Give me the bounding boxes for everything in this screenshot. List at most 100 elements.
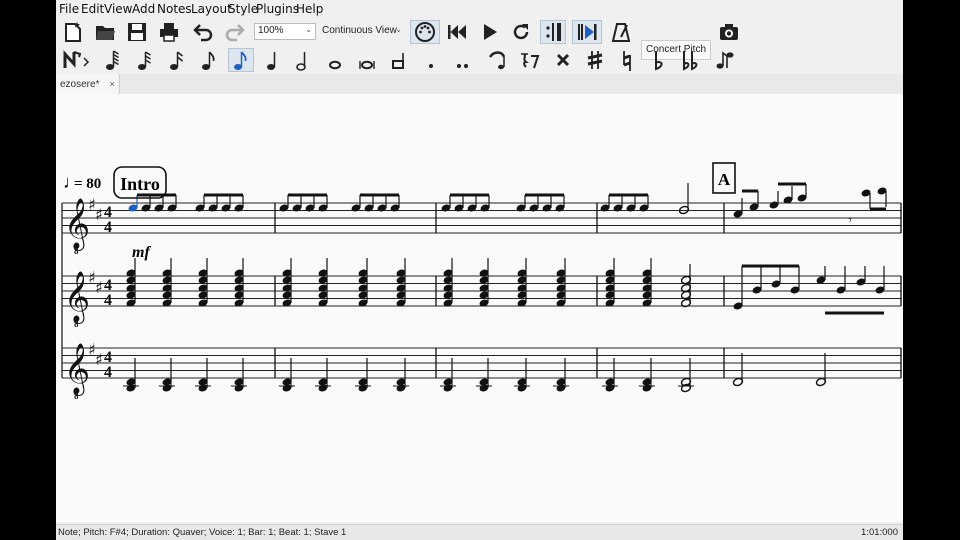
menu-bar: File Edit View Add Notes Layout Style Pl… — [56, 0, 903, 18]
octave-mark: 8 — [74, 391, 79, 401]
undo-button[interactable] — [190, 20, 216, 44]
double-sharp-button[interactable] — [550, 48, 576, 72]
double-sharp-icon — [556, 53, 570, 67]
duration-whole-button[interactable] — [322, 48, 348, 72]
rest-icon — [521, 53, 540, 69]
duration-8th-selected-button[interactable] — [228, 48, 254, 72]
note-32nd-icon — [138, 51, 151, 70]
zoom-combo[interactable]: 100% ⌄ — [254, 23, 316, 40]
pan-score-button[interactable] — [572, 20, 602, 44]
redo-button[interactable] — [222, 20, 248, 44]
midi-input-button[interactable] — [410, 20, 440, 44]
print-button[interactable] — [156, 20, 182, 44]
repeat-icon — [546, 23, 561, 41]
note-layer[interactable]: 𝄾 — [123, 182, 887, 393]
main-toolbar: 100% ⌄ Continuous View ⌄ Concert Pitch — [56, 18, 903, 60]
double-dot-button[interactable] — [450, 48, 476, 72]
menu-notes[interactable]: Notes — [157, 2, 192, 16]
play-button[interactable] — [476, 20, 502, 44]
double-flat-icon — [683, 51, 698, 71]
duration-64th-button[interactable] — [100, 48, 126, 72]
duration-half-button[interactable] — [290, 48, 316, 72]
midi-icon — [415, 22, 435, 42]
rehearsal-mark-a[interactable]: A — [718, 170, 731, 189]
note-breve-icon — [359, 60, 375, 70]
natural-icon — [623, 51, 631, 71]
note-64th-icon — [106, 50, 119, 70]
note-input-toolbar: 1 2 3 4 — [56, 46, 903, 113]
open-button[interactable] — [92, 20, 118, 44]
dot-icon — [429, 64, 433, 68]
duration-8th-button[interactable] — [196, 48, 222, 72]
flat-button[interactable] — [646, 48, 672, 72]
key-sharp-icon: ♯ — [95, 278, 103, 297]
view-mode-value: Continuous View — [322, 25, 397, 36]
sharp-button[interactable] — [582, 48, 608, 72]
natural-button[interactable] — [614, 48, 640, 72]
view-mode-combo[interactable]: Continuous View ⌄ — [318, 23, 406, 40]
rewind-button[interactable] — [444, 20, 470, 44]
rewind-icon — [448, 25, 466, 39]
flat-icon — [655, 51, 663, 71]
double-dot-icon — [457, 64, 468, 68]
treble-clef-icon: 𝄞 — [64, 343, 90, 396]
note-whole-icon — [329, 60, 341, 70]
time-signature: 4 — [104, 364, 112, 381]
tie-icon — [488, 51, 506, 70]
status-selection-info: Note; Pitch: F#4; Duration: Quaver; Voic… — [58, 527, 347, 538]
menu-plugins[interactable]: Plugins — [256, 2, 299, 16]
sharp-icon — [587, 51, 603, 69]
close-icon[interactable]: × — [109, 79, 114, 89]
octave-mark: 8 — [74, 246, 79, 256]
menu-edit[interactable]: Edit — [81, 2, 104, 16]
treble-clef-icon: 𝄞 — [64, 198, 90, 251]
play-icon — [484, 24, 497, 40]
key-sharp-icon: ♯ — [95, 350, 103, 369]
new-score-button[interactable] — [60, 20, 86, 44]
loop-button[interactable] — [508, 20, 534, 44]
flip-direction-button[interactable] — [712, 48, 738, 72]
new-file-icon — [65, 22, 81, 42]
double-flat-button[interactable] — [678, 48, 704, 72]
duration-32nd-button[interactable] — [132, 48, 158, 72]
musescore-window: File Edit View Add Notes Layout Style Pl… — [56, 0, 903, 540]
note-half-icon — [296, 52, 306, 71]
metronome-button[interactable] — [608, 20, 634, 44]
tempo-marking[interactable]: = 80 — [74, 176, 101, 192]
octave-mark: 8 — [74, 319, 79, 329]
menu-layout[interactable]: Layout — [191, 2, 232, 16]
menu-file[interactable]: File — [59, 2, 79, 16]
folder-icon — [96, 26, 115, 40]
chevron-down-icon: ⌄ — [305, 25, 312, 34]
duration-quarter-button[interactable] — [260, 48, 286, 72]
printer-icon — [160, 23, 178, 42]
play-repeats-button[interactable] — [540, 20, 566, 44]
menu-help[interactable]: Help — [296, 2, 323, 16]
menu-view[interactable]: View — [104, 2, 132, 16]
image-capture-button[interactable] — [716, 20, 742, 44]
note-quarter-icon — [267, 52, 276, 70]
redo-icon — [225, 24, 245, 42]
dynamic-mark[interactable]: mf — [132, 244, 151, 261]
rest-button[interactable] — [516, 48, 542, 72]
chevron-down-icon: ⌄ — [395, 25, 402, 34]
score-tab[interactable]: ezosere* × — [56, 74, 120, 94]
menu-style[interactable]: Style — [228, 2, 258, 16]
status-bar: Note; Pitch: F#4; Duration: Quaver; Voic… — [56, 524, 903, 540]
tie-button[interactable] — [484, 48, 510, 72]
score-canvas[interactable]: 𝄞 8 ♯ ♯ 4 4 𝄞 8 ♯ ♯ 4 4 𝄞 8 ♯ ♯ 4 4 𝄾 ♩ = 80 Intro A mf — [56, 94, 903, 522]
rehearsal-mark-intro[interactable]: Intro — [120, 174, 160, 194]
score-sheet[interactable]: 𝄞8♯♯ 44𝄞8♯♯ 44𝄞8♯♯ 44 𝄾 ♩ = 80 Intro A mf — [56, 94, 903, 522]
loop-icon — [513, 24, 529, 40]
note-8th-icon — [202, 51, 215, 70]
duration-16th-button[interactable] — [164, 48, 190, 72]
menu-add[interactable]: Add — [132, 2, 155, 16]
pan-icon — [578, 24, 597, 40]
duration-long-button[interactable] — [386, 48, 412, 72]
augmentation-dot-button[interactable] — [418, 48, 444, 72]
score-tab-title: ezosere* — [60, 79, 100, 90]
save-button[interactable] — [124, 20, 150, 44]
duration-breve-button[interactable] — [354, 48, 380, 72]
time-signature: 4 — [104, 292, 112, 309]
note-input-mode-button[interactable] — [60, 48, 94, 72]
